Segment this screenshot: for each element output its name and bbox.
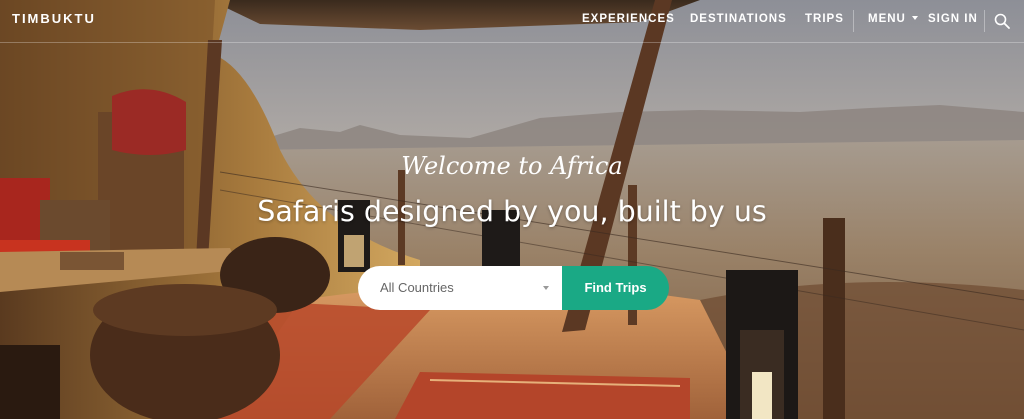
country-select[interactable]: All Countries (358, 266, 562, 310)
hero-headline: Safaris designed by you, built by us (257, 195, 767, 228)
hero-tagline: Welcome to Africa (401, 152, 623, 180)
nav-divider (853, 10, 854, 32)
nav-bottom-border (0, 42, 1024, 43)
nav-menu[interactable]: MENU (868, 13, 918, 25)
top-navigation: TIMBUKTU EXPERIENCES DESTINATIONS TRIPS … (0, 0, 1024, 43)
nav-menu-label: MENU (868, 13, 906, 25)
nav-sign-in[interactable]: SIGN IN (928, 13, 978, 25)
find-trips-button[interactable]: Find Trips (562, 266, 669, 310)
nav-experiences[interactable]: EXPERIENCES (582, 13, 675, 25)
chevron-down-icon (543, 286, 549, 290)
chevron-down-icon (911, 16, 918, 20)
brand-logo[interactable]: TIMBUKTU (12, 11, 96, 26)
country-select-value: All Countries (380, 280, 454, 295)
hero-section: TIMBUKTU EXPERIENCES DESTINATIONS TRIPS … (0, 0, 1024, 419)
nav-divider (984, 10, 985, 32)
search-icon[interactable] (993, 12, 1011, 30)
trip-search-form: All Countries Find Trips (358, 266, 669, 310)
nav-destinations[interactable]: DESTINATIONS (690, 13, 787, 25)
nav-trips[interactable]: TRIPS (805, 13, 844, 25)
